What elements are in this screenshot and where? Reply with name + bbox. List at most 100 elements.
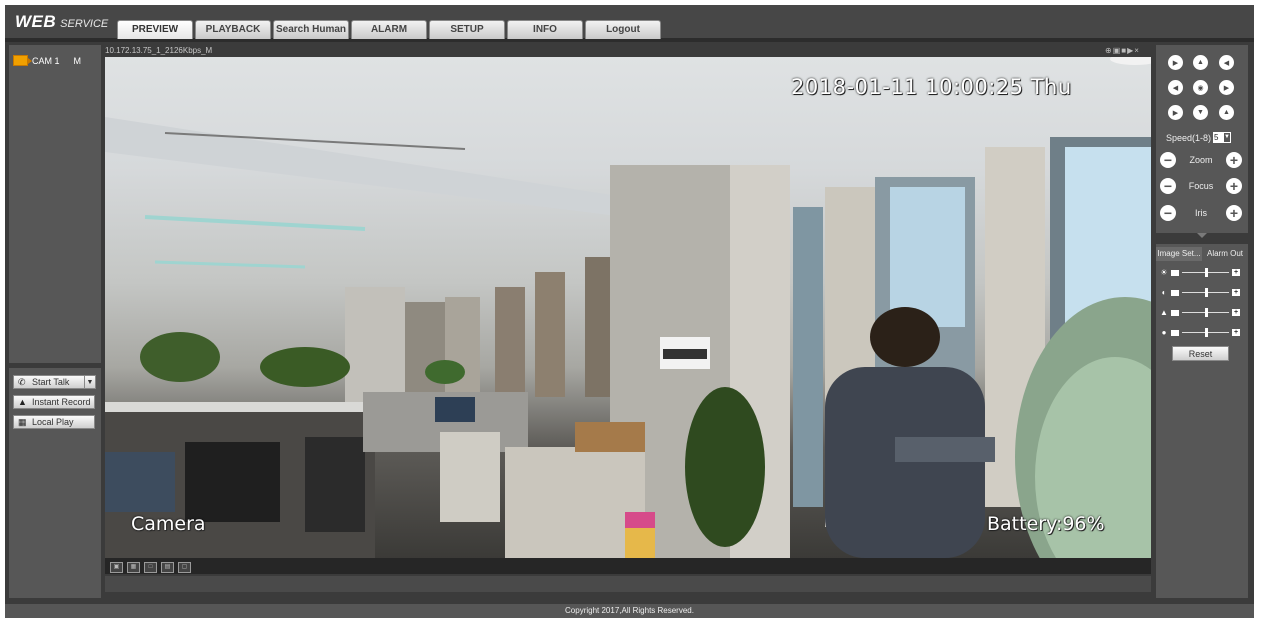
- hue-plus-button[interactable]: +: [1232, 329, 1240, 336]
- instant-record-label: Instant Record: [32, 397, 91, 407]
- footer-copyright: Copyright 2017,All Rights Reserved.: [5, 604, 1254, 618]
- nav-tabs: PREVIEW PLAYBACK Search Human ALARM SETU…: [117, 20, 661, 39]
- saturation-icon: ▲: [1160, 308, 1168, 317]
- contrast-plus-button[interactable]: +: [1232, 289, 1240, 296]
- video-view[interactable]: 2018-01-11 10:00:25 Thu Camera Battery:9…: [105, 57, 1151, 558]
- channel-name: CAM 1: [32, 55, 60, 66]
- osd-timestamp: 2018-01-11 10:00:25 Thu: [791, 75, 1072, 99]
- tab-search-human[interactable]: Search Human: [273, 20, 349, 39]
- hue-icon: ●: [1161, 328, 1167, 337]
- ptz-up-left-icon[interactable]: ▶: [1168, 55, 1183, 70]
- layout-4-icon[interactable]: ▦: [127, 562, 140, 573]
- ptz-down-icon[interactable]: ▼: [1193, 105, 1208, 120]
- top-bar: WEB SERVICE PREVIEW PLAYBACK Search Human…: [5, 5, 1254, 42]
- fullscreen-icon[interactable]: ▢: [178, 562, 191, 573]
- ptz-down-right-icon[interactable]: ▲: [1219, 105, 1234, 120]
- osd-battery: Battery:96%: [987, 513, 1105, 535]
- brightness-slider[interactable]: [1182, 268, 1229, 277]
- layout-1-icon[interactable]: ▣: [110, 562, 123, 573]
- channel-stream: M: [73, 55, 82, 66]
- logo: WEB SERVICE: [15, 12, 108, 32]
- focus-label: Focus: [1188, 181, 1214, 191]
- tab-preview[interactable]: PREVIEW: [117, 20, 193, 39]
- osd-camera-name: Camera: [131, 513, 206, 535]
- zoom-label: Zoom: [1189, 155, 1213, 165]
- chevron-down-icon: ▼: [1224, 133, 1231, 142]
- stream-info: 10.172.13.75_1_2126Kbps_M: [105, 46, 213, 55]
- instant-record-button[interactable]: ▲ Instant Record: [13, 395, 95, 409]
- channel-list: CAM 1 M: [9, 45, 101, 363]
- left-actions-panel: ✆ Start Talk ▼ ▲ Instant Record ▦ Local …: [9, 368, 101, 598]
- brightness-slider-row: ☀ +: [1160, 268, 1240, 277]
- slider-thumb[interactable]: [1204, 288, 1208, 297]
- image-settings-panel: [1156, 244, 1248, 598]
- tab-setup[interactable]: SETUP: [429, 20, 505, 39]
- speed-select[interactable]: 5 ▼: [1213, 132, 1232, 143]
- warning-icon: ▲: [18, 397, 27, 407]
- saturation-slider[interactable]: [1182, 308, 1229, 317]
- zoom-icon[interactable]: ⊕: [1105, 46, 1113, 55]
- fit-icon[interactable]: □: [144, 562, 157, 573]
- video-window-icons: ⊕▣■▶×: [1105, 46, 1140, 55]
- iris-row: − Iris +: [1160, 205, 1242, 221]
- image-settings-tabs: Image Set... Alarm Out: [1156, 247, 1248, 261]
- zoom-row: − Zoom +: [1160, 152, 1242, 168]
- start-talk-label: Start Talk: [32, 377, 70, 387]
- close-icon[interactable]: ×: [1134, 46, 1140, 55]
- tab-alarm-out[interactable]: Alarm Out: [1202, 247, 1248, 261]
- iris-label: Iris: [1195, 208, 1207, 218]
- channel-item-cam1[interactable]: CAM 1 M: [13, 55, 81, 66]
- ptz-center-icon[interactable]: ◉: [1193, 80, 1208, 95]
- contrast-icon: ◐: [1161, 288, 1167, 297]
- local-play-label: Local Play: [32, 417, 74, 427]
- ptz-right-icon[interactable]: ▶: [1219, 80, 1234, 95]
- slider-thumb[interactable]: [1204, 268, 1208, 277]
- tab-logout[interactable]: Logout: [585, 20, 661, 39]
- ptz-left-icon[interactable]: ◀: [1168, 80, 1183, 95]
- camera-icon: [13, 55, 32, 66]
- brightness-minus-button[interactable]: [1171, 269, 1179, 276]
- ptz-up-right-icon[interactable]: ◀: [1219, 55, 1234, 70]
- tab-info[interactable]: INFO: [507, 20, 583, 39]
- tab-playback[interactable]: PLAYBACK: [195, 20, 271, 39]
- logo-main: WEB: [15, 12, 57, 31]
- focus-plus-button[interactable]: +: [1225, 178, 1242, 194]
- zoom-in-button[interactable]: +: [1225, 152, 1242, 168]
- iris-plus-button[interactable]: +: [1226, 205, 1242, 221]
- focus-row: − Focus +: [1160, 178, 1242, 194]
- reset-button[interactable]: Reset: [1172, 346, 1229, 361]
- focus-minus-button[interactable]: −: [1160, 178, 1176, 194]
- snapshot-icon[interactable]: ▣: [1113, 46, 1122, 55]
- ptz-down-left-icon[interactable]: ▶: [1168, 105, 1183, 120]
- slider-thumb[interactable]: [1204, 328, 1208, 337]
- ptz-up-icon[interactable]: ▲: [1193, 55, 1208, 70]
- saturation-plus-button[interactable]: +: [1232, 309, 1240, 316]
- collapse-icon[interactable]: [1197, 233, 1207, 238]
- brightness-plus-button[interactable]: +: [1232, 269, 1240, 276]
- speed-value: 5: [1214, 133, 1219, 142]
- contrast-slider-row: ◐ +: [1160, 288, 1240, 297]
- camera-scene: [105, 57, 1151, 558]
- ptz-speed-row: Speed(1-8) 5 ▼: [1166, 132, 1232, 143]
- film-icon: ▦: [18, 416, 27, 427]
- start-talk-button[interactable]: ✆ Start Talk ▼: [13, 375, 96, 389]
- video-toolbar: [105, 558, 1151, 574]
- saturation-minus-button[interactable]: [1171, 309, 1179, 316]
- speed-label: Speed(1-8): [1166, 132, 1212, 143]
- slider-thumb[interactable]: [1204, 308, 1208, 317]
- contrast-slider[interactable]: [1182, 288, 1229, 297]
- hue-slider[interactable]: [1182, 328, 1229, 337]
- hue-minus-button[interactable]: [1171, 329, 1179, 336]
- contrast-minus-button[interactable]: [1171, 289, 1179, 296]
- tab-image-settings[interactable]: Image Set...: [1156, 247, 1202, 261]
- logo-sub: SERVICE: [60, 18, 109, 30]
- brightness-icon: ☀: [1160, 268, 1168, 277]
- hue-slider-row: ● +: [1160, 328, 1240, 337]
- local-play-button[interactable]: ▦ Local Play: [13, 415, 95, 429]
- stretch-icon[interactable]: ▤: [161, 562, 174, 573]
- tab-alarm[interactable]: ALARM: [351, 20, 427, 39]
- talk-dropdown-toggle[interactable]: ▼: [84, 375, 96, 389]
- iris-minus-button[interactable]: −: [1160, 205, 1176, 221]
- zoom-out-button[interactable]: −: [1160, 152, 1176, 168]
- status-bar: [105, 576, 1151, 592]
